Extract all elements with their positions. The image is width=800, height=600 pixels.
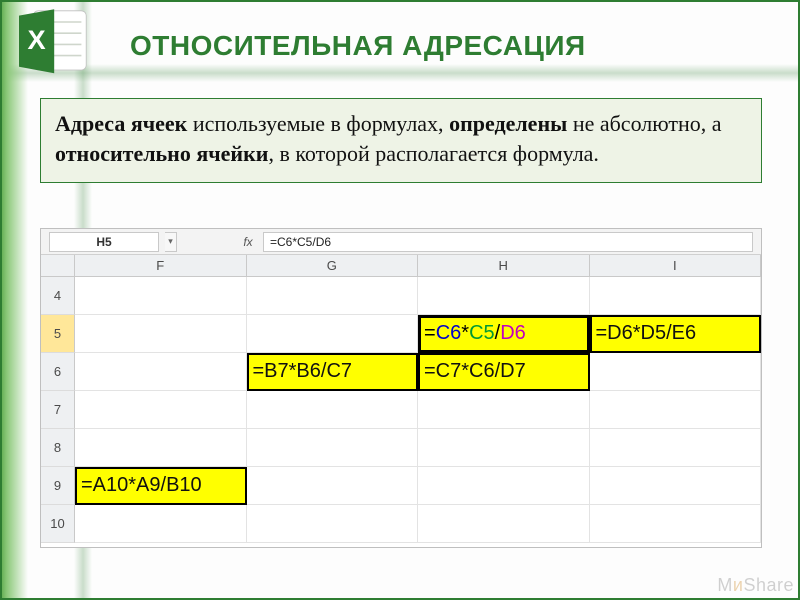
def-text-3: , в которой располагается формула. bbox=[268, 141, 598, 166]
cell-F9[interactable]: =A10*A9/B10 bbox=[75, 467, 247, 505]
cell-G8[interactable] bbox=[247, 429, 419, 467]
cell-H6[interactable]: =C7*C6/D7 bbox=[418, 353, 590, 391]
cell-G7[interactable] bbox=[247, 391, 419, 429]
cell-F5[interactable] bbox=[75, 315, 247, 353]
row-header[interactable]: 5 bbox=[41, 315, 75, 353]
cell-I5[interactable]: =D6*D5/E6 bbox=[590, 315, 762, 353]
cell-H4[interactable] bbox=[418, 277, 590, 315]
cell-F6[interactable] bbox=[75, 353, 247, 391]
excel-screenshot: H5 ▾ fx =C6*C5/D6 F G H I 4 5 bbox=[40, 228, 762, 548]
cell-I4[interactable] bbox=[590, 277, 762, 315]
col-header[interactable]: H bbox=[418, 255, 590, 277]
def-bold-3: относительно ячейки bbox=[55, 141, 268, 166]
definition-box: Адреса ячеек используемые в формулах, оп… bbox=[40, 98, 762, 183]
cell-I6[interactable] bbox=[590, 353, 762, 391]
def-bold-1: Адреса ячеек bbox=[55, 111, 187, 136]
cell-F7[interactable] bbox=[75, 391, 247, 429]
cell-H8[interactable] bbox=[418, 429, 590, 467]
watermark: MиShare bbox=[717, 575, 794, 596]
column-headers: F G H I bbox=[41, 255, 761, 277]
def-text-2: не абсолютно, а bbox=[567, 111, 721, 136]
cell-I7[interactable] bbox=[590, 391, 762, 429]
namebox-dropdown-icon[interactable]: ▾ bbox=[165, 232, 177, 252]
cell-G10[interactable] bbox=[247, 505, 419, 543]
cell-G5[interactable] bbox=[247, 315, 419, 353]
row-header[interactable]: 8 bbox=[41, 429, 75, 467]
formula-toolbar: H5 ▾ fx =C6*C5/D6 bbox=[41, 229, 761, 255]
cell-F10[interactable] bbox=[75, 505, 247, 543]
cell-F8[interactable] bbox=[75, 429, 247, 467]
row-header[interactable]: 7 bbox=[41, 391, 75, 429]
row-header[interactable]: 6 bbox=[41, 353, 75, 391]
cell-I9[interactable] bbox=[590, 467, 762, 505]
excel-logo: X bbox=[8, 6, 94, 78]
formula-bar[interactable]: =C6*C5/D6 bbox=[263, 232, 753, 252]
row-header[interactable]: 4 bbox=[41, 277, 75, 315]
formula-ref: D6 bbox=[500, 322, 526, 345]
cell-H7[interactable] bbox=[418, 391, 590, 429]
def-bold-2: определены bbox=[449, 111, 567, 136]
formula-eq: = bbox=[424, 322, 436, 345]
cell-G4[interactable] bbox=[247, 277, 419, 315]
cell-F4[interactable] bbox=[75, 277, 247, 315]
formula-op: * bbox=[461, 322, 469, 345]
cell-G6[interactable]: =B7*B6/C7 bbox=[247, 353, 419, 391]
slide-title: ОТНОСИТЕЛЬНАЯ АДРЕСАЦИЯ bbox=[130, 30, 586, 62]
name-box[interactable]: H5 bbox=[49, 232, 159, 252]
cell-I8[interactable] bbox=[590, 429, 762, 467]
cell-I10[interactable] bbox=[590, 505, 762, 543]
select-all-corner[interactable] bbox=[41, 255, 75, 277]
fx-icon[interactable]: fx bbox=[239, 235, 257, 249]
cell-H9[interactable] bbox=[418, 467, 590, 505]
formula-ref: C5 bbox=[469, 322, 495, 345]
row-header[interactable]: 10 bbox=[41, 505, 75, 543]
cell-H10[interactable] bbox=[418, 505, 590, 543]
formula-ref: C6 bbox=[436, 322, 462, 345]
svg-text:X: X bbox=[28, 24, 46, 55]
cell-H5[interactable]: =C6*C5/D6 bbox=[418, 315, 590, 353]
cell-G9[interactable] bbox=[247, 467, 419, 505]
row-header[interactable]: 9 bbox=[41, 467, 75, 505]
col-header[interactable]: F bbox=[75, 255, 247, 277]
col-header[interactable]: G bbox=[247, 255, 419, 277]
col-header[interactable]: I bbox=[590, 255, 762, 277]
def-text-1: используемые в формулах, bbox=[187, 111, 449, 136]
spreadsheet-grid: F G H I 4 5 =C6*C5/D6 =D6*D5/E6 bbox=[41, 255, 761, 547]
